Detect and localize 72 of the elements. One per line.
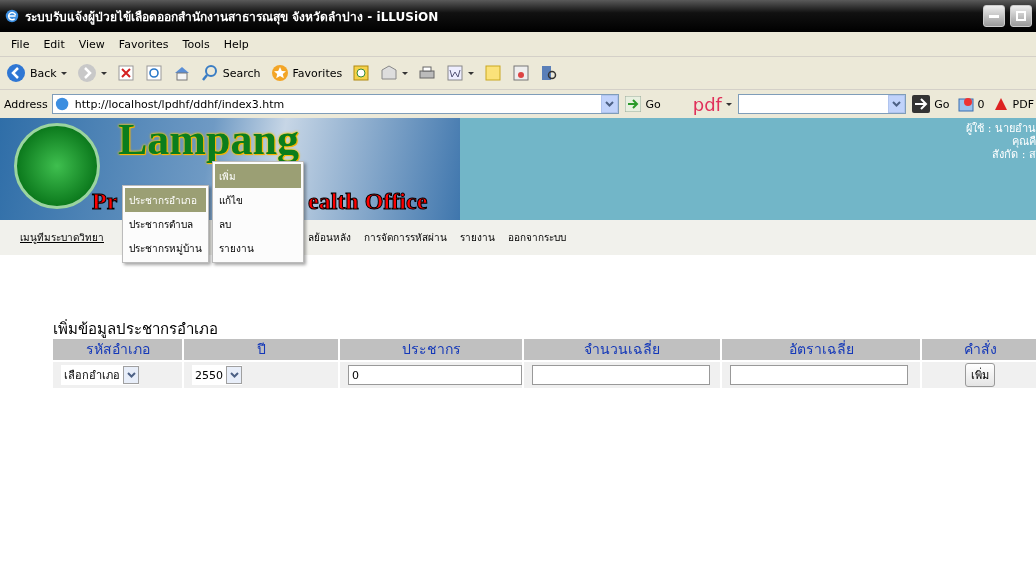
search-icon [200,64,219,82]
nav-link[interactable]: รายงาน [460,230,495,245]
arrow-right-icon [625,96,642,112]
user-info-text: ผู้ใช้ : นายอำน [966,122,1036,135]
pdf-icon [992,96,1009,112]
menu-item[interactable]: Edit [36,35,72,53]
menu-entry[interactable]: แก้ไข [215,188,301,212]
popup-window-icon [957,96,974,112]
column-header: คำสั่ง [922,339,1036,360]
popup-counter-button[interactable]: 0 [955,96,987,112]
menu-entry[interactable]: ลบ [215,212,301,236]
refresh-icon [144,64,163,82]
menu-entry[interactable]: รายงาน [215,236,301,260]
menu-item[interactable]: Favorites [111,35,176,53]
input-field[interactable] [532,365,710,385]
minimize-icon [989,14,999,18]
favorites-button[interactable]: Favorites [268,63,345,83]
url-text: http://localhost/lpdhf/ddhf/index3.htm [74,97,285,111]
restore-button[interactable] [1010,5,1032,27]
form-title: เพิ่มข้อมูลประชากรอำเภอ [53,318,219,339]
nav-link[interactable]: การจัดการรหัสผ่าน [364,230,447,245]
add-button[interactable]: เพิ่ม [965,363,995,387]
envelope-icon [380,64,399,82]
menu-entry[interactable]: ประชากรตำบล [125,212,206,236]
back-button[interactable]: Back [4,62,69,84]
address-label: Address [4,97,48,111]
printer-icon [418,64,437,82]
column-header: ปี [184,339,338,360]
browser-logo-icon [4,7,20,25]
go-button[interactable]: Go [623,96,663,112]
pdf-button[interactable]: PDF [990,96,1036,112]
close-icon [116,64,135,82]
address-field[interactable]: http://localhost/lpdhf/ddhf/index3.htm [51,94,620,114]
column-header: ประชากร [340,339,522,360]
user-info-text: คุณคื [1012,135,1036,148]
restore-icon [1016,11,1026,21]
chevron-down-icon [892,101,902,107]
chevron-down-icon [605,101,615,107]
menu-item[interactable]: Tools [175,35,217,53]
input-field[interactable]: 0 [348,365,522,385]
column-header: จำนวนเฉลี่ย [524,339,720,360]
select-field[interactable]: เลือกอำเภอ [61,365,139,385]
magnifier-icon [540,64,559,82]
nav-link[interactable]: ออกจากระบบ [508,230,566,245]
menu-entry[interactable]: ประชากรหมู่บ้าน [125,236,206,260]
input-field[interactable] [730,365,908,385]
menu-item[interactable]: View [71,35,112,53]
pdf-menu-button[interactable]: pdf [690,93,734,115]
search-button[interactable]: Search [198,63,263,83]
page-icon [54,95,71,113]
go-button[interactable]: Go [910,95,952,113]
chevron-down-icon [229,372,239,378]
nav-link[interactable]: ลย้อนหลัง [308,230,351,245]
column-header: รหัสอำเภอ [53,339,182,360]
pdf-search-field[interactable] [737,94,907,114]
banner-subtitle: Pr [92,188,118,215]
chevron-down-icon [126,372,136,378]
window-title: ระบบรับแจ้งผู้ป่วยไข้เลือดออกสำนักงานสาธารณสุข จังหวัดลำปาง - iLLUSiON [25,8,440,26]
menu-item[interactable]: Help [216,35,256,53]
banner-title: Lampang [118,118,299,165]
column-header: อัตราเฉลี่ย [722,339,920,360]
banner-subtitle: ealth Office [308,188,428,215]
image-icon [512,64,531,82]
select-field[interactable]: 2550 [192,365,242,385]
document-icon [446,64,465,82]
arrow-right-icon [912,95,931,113]
clock-icon [352,64,371,82]
star-icon [270,64,289,82]
note-icon [484,64,503,82]
minimize-button[interactable] [983,5,1005,27]
menu-item[interactable]: File [4,35,37,53]
user-info-text: สังกัด : ส [992,148,1036,161]
